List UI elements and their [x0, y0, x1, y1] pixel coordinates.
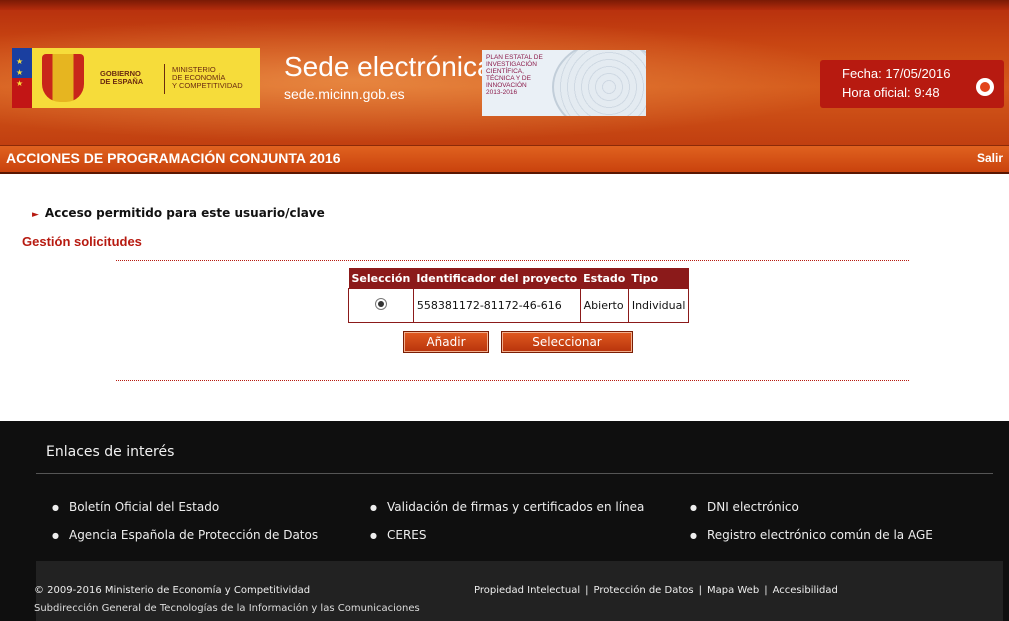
site-footer: Enlaces de interés Boletín Oficial del E…	[0, 421, 1009, 621]
link-propiedad-intelectual[interactable]: Propiedad Intelectual	[474, 585, 580, 596]
solicitudes-table: Selección Identificador del proyecto Est…	[348, 268, 690, 323]
row-radio-button[interactable]	[374, 298, 387, 310]
access-message-text: Acceso permitido para este usuario/clave	[44, 206, 325, 220]
table-header-row: Selección Identificador del proyecto Est…	[348, 268, 689, 289]
identificador-cell: 558381172-81172-46-616	[412, 288, 581, 323]
section-titlebar: ACCIONES DE PROGRAMACIÓN CONJUNTA 2016 S…	[0, 145, 1009, 174]
copyright-text: © 2009-2016 Ministerio de Economía y Com…	[34, 585, 311, 596]
separator: |	[698, 585, 702, 596]
link-agencia-proteccion-datos[interactable]: Agencia Española de Protección de Datos	[52, 528, 318, 542]
link-validacion-firmas[interactable]: Validación de firmas y certificados en l…	[370, 500, 644, 514]
clock-icon	[976, 78, 994, 96]
stars-icon: ★ ★ ★	[16, 57, 24, 88]
site-header: ★ ★ ★ GOBIERNO DE ESPAÑA MINISTERIO DE ECO…	[0, 0, 1009, 145]
footer-legal-links: Propiedad Intelectual | Protección de Dato…	[474, 585, 838, 596]
hora-text: Hora oficial: 9:48	[842, 85, 940, 100]
separator: |	[585, 585, 589, 596]
tipo-cell: Individual	[627, 288, 690, 323]
logo-divider	[164, 64, 165, 94]
salir-link[interactable]: Salir	[977, 151, 1003, 165]
radio-telescope-icon	[552, 50, 646, 116]
anadir-button[interactable]: Añadir	[403, 331, 489, 353]
link-accesibilidad[interactable]: Accesibilidad	[773, 585, 838, 596]
site-title[interactable]: Sede electrónica	[284, 52, 493, 82]
col-identificador: Identificador del proyecto	[413, 268, 581, 289]
link-dni-electronico[interactable]: DNI electrónico	[690, 500, 799, 514]
section-heading: Gestión solicitudes	[22, 234, 142, 249]
link-ceres[interactable]: CERES	[370, 528, 427, 542]
site-url[interactable]: sede.micinn.gob.es	[284, 86, 405, 102]
col-seleccion: Selección	[348, 268, 414, 289]
selection-cell	[348, 288, 414, 323]
plan-estatal-banner[interactable]: PLAN ESTATAL DE INVESTIGACIÓN CIENTÍFICA…	[482, 50, 646, 116]
estado-cell: Abierto	[579, 288, 629, 323]
col-estado: Estado	[580, 268, 629, 289]
link-proteccion-datos[interactable]: Protección de Datos	[593, 585, 693, 596]
arrow-bullet-icon: ►	[32, 210, 39, 220]
ministerio-text: MINISTERIO DE ECONOMÍA Y COMPETITIVIDAD	[172, 65, 243, 90]
col-tipo: Tipo	[628, 268, 689, 289]
footer-divider	[36, 473, 993, 474]
seleccionar-button[interactable]: Seleccionar	[501, 331, 633, 353]
plan-estatal-text: PLAN ESTATAL DE INVESTIGACIÓN CIENTÍFICA…	[486, 54, 543, 96]
page-title: ACCIONES DE PROGRAMACIÓN CONJUNTA 2016	[6, 150, 341, 166]
link-registro-electronico[interactable]: Registro electrónico común de la AGE	[690, 528, 933, 542]
link-mapa-web[interactable]: Mapa Web	[707, 585, 759, 596]
dotted-divider-bottom	[116, 380, 909, 381]
subdireccion-text: Subdirección General de Tecnologías de l…	[34, 603, 420, 614]
coat-of-arms-icon	[42, 54, 84, 102]
gobierno-logo[interactable]: ★ ★ ★ GOBIERNO DE ESPAÑA MINISTERIO DE ECO…	[12, 48, 260, 108]
gobierno-text: GOBIERNO DE ESPAÑA	[100, 69, 144, 86]
eu-flag-stripe: ★ ★ ★	[12, 48, 32, 108]
footer-title: Enlaces de interés	[46, 444, 175, 460]
fecha-hora-panel: Fecha: 17/05/2016 Hora oficial: 9:48	[820, 60, 1004, 108]
separator: |	[764, 585, 768, 596]
footer-bottom-bar: © 2009-2016 Ministerio de Economía y Com…	[34, 561, 1003, 621]
table-row: 558381172-81172-46-616 Abierto Individua…	[348, 288, 690, 323]
fecha-text: Fecha: 17/05/2016	[842, 66, 951, 81]
access-message: ► Acceso permitido para este usuario/clav…	[32, 206, 325, 220]
dotted-divider-top	[116, 260, 909, 261]
link-boe[interactable]: Boletín Oficial del Estado	[52, 500, 219, 514]
